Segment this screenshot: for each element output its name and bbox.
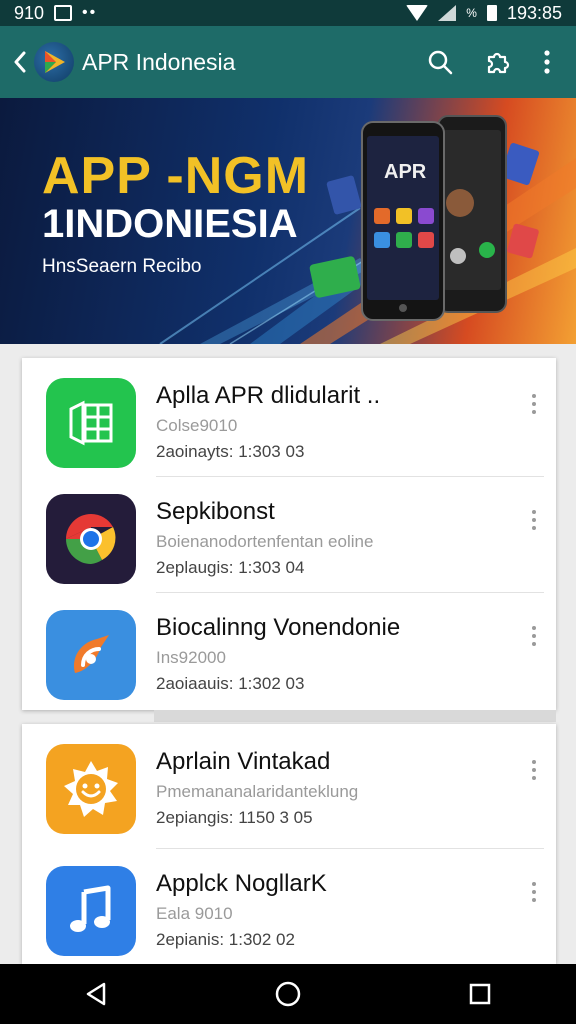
square-recents-icon: [469, 983, 491, 1005]
list-item[interactable]: Biocalinng Vonendonie Ins92000 2aoiaauis…: [22, 590, 556, 706]
banner-title-line1: APP -NGM: [42, 147, 310, 205]
app-subtitle: Pmemananalaridanteklung: [156, 782, 359, 801]
puzzle-icon: [487, 52, 510, 74]
app-name: Applck NogllarK: [156, 870, 327, 897]
chevron-left-icon: [14, 51, 26, 73]
more-notifications-icon: ••: [82, 4, 98, 21]
app-meta: 2aoiaauis: 1:302 03: [156, 674, 305, 693]
circle-home-icon: [275, 981, 301, 1007]
item-more-button[interactable]: [524, 760, 544, 780]
app-title: APR Indonesia: [82, 48, 236, 75]
search-icon: [428, 50, 453, 75]
app-name: Aplla APR dlidularit ..: [156, 382, 381, 409]
app-subtitle: Ins92000: [156, 648, 226, 667]
brush-icon: [46, 610, 136, 700]
data-indicator: %: [466, 6, 477, 20]
app-meta: 2epianis: 1:302 02: [156, 930, 295, 949]
app-meta: 2eplaugis: 1:303 04: [156, 558, 305, 577]
status-time-left: 910: [14, 2, 45, 23]
nav-back-button[interactable]: [66, 964, 126, 1024]
sun-icon: [46, 744, 136, 834]
app-meta: 2epiangis: 1150 3 05: [156, 808, 313, 827]
phones-illustration: APR: [309, 115, 540, 321]
app-list-card: Aprlain Vintakad Pmemananalaridanteklung…: [22, 724, 556, 964]
banner-title-line2: 1INDONIESIA: [42, 202, 298, 246]
table-app-icon: [46, 378, 136, 468]
list-item[interactable]: Sepkibonst Boienanodortenfentan eoline 2…: [22, 474, 556, 590]
more-vertical-icon: [544, 50, 550, 74]
back-button[interactable]: [6, 32, 34, 92]
status-time-right: 193:85: [506, 2, 562, 23]
system-nav-bar: [0, 964, 576, 1024]
phone-screen-label: APR: [384, 161, 427, 183]
banner-subtitle: HnsSeaern Recibo: [42, 256, 202, 277]
wifi-icon: [406, 5, 429, 21]
battery-icon: [486, 5, 497, 21]
app-subtitle: Boienanodortenfentan eoline: [156, 532, 374, 551]
search-button[interactable]: [416, 38, 464, 86]
screenshot-notification-icon: [54, 5, 73, 21]
app-subtitle: Eala 9010: [156, 904, 233, 923]
list-item[interactable]: Applck NogllarK Eala 9010 2epianis: 1:30…: [22, 846, 556, 962]
signal-icon: [438, 5, 457, 21]
nav-recents-button[interactable]: [450, 964, 510, 1024]
app-name: Aprlain Vintakad: [156, 748, 331, 775]
list-item[interactable]: Aplla APR dlidularit .. Colse9010 2aoina…: [22, 358, 556, 474]
item-more-button[interactable]: [524, 510, 544, 530]
play-logo-icon: [45, 51, 65, 73]
app-name: Biocalinng Vonendonie: [156, 614, 401, 641]
nav-home-button[interactable]: [258, 964, 318, 1024]
section-separator: [154, 710, 556, 722]
app-logo: [34, 42, 74, 82]
app-list-card: Aplla APR dlidularit .. Colse9010 2aoina…: [22, 358, 556, 710]
chrome-icon: [46, 494, 136, 584]
promo-banner[interactable]: APP -NGM 1INDONIESIA HnsSeaern Recibo AP…: [0, 98, 576, 344]
app-subtitle: Colse9010: [156, 416, 238, 435]
item-more-button[interactable]: [524, 882, 544, 902]
app-meta: 2aoinayts: 1:303 03: [156, 442, 305, 461]
app-name: Sepkibonst: [156, 498, 275, 525]
list-item[interactable]: Aprlain Vintakad Pmemananalaridanteklung…: [22, 724, 556, 840]
item-more-button[interactable]: [524, 394, 544, 414]
overflow-menu-button[interactable]: [532, 38, 562, 86]
extensions-button[interactable]: [474, 38, 522, 86]
app-bar: APR Indonesia: [0, 26, 576, 98]
music-icon: [46, 866, 136, 956]
status-bar: 910 •• % 193:85: [0, 0, 576, 26]
item-more-button[interactable]: [524, 626, 544, 646]
triangle-back-icon: [86, 982, 106, 1006]
